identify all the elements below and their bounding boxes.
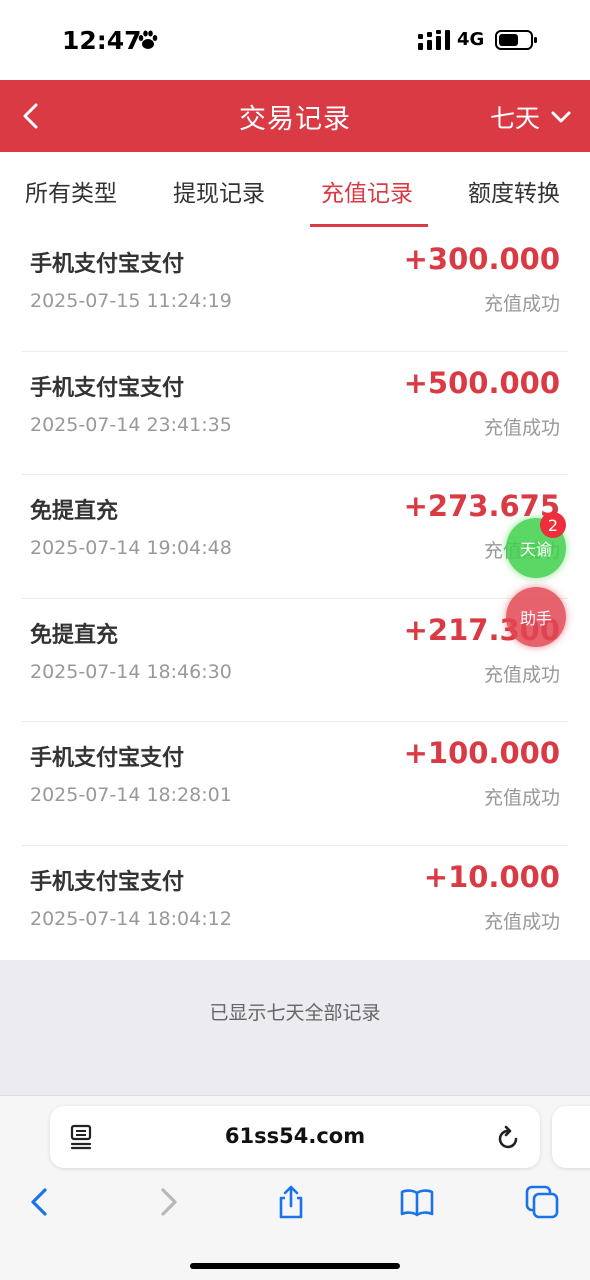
chevron-down-icon [551, 111, 571, 123]
list-item[interactable]: 手机支付宝支付 2025-07-14 23:41:35 +500.000 充值成… [22, 352, 568, 475]
notification-badge: 2 [540, 512, 566, 538]
browser-toolbar: 61ss54.com [0, 1095, 590, 1280]
record-status: 充值成功 [483, 416, 560, 439]
tabs-icon[interactable] [524, 1184, 560, 1220]
record-status: 充值成功 [483, 293, 560, 315]
url-text: 61ss54.com [224, 1124, 366, 1148]
list-item[interactable]: 手机支付宝支付 2025-07-14 18:04:12 +10.000 充值成功 [22, 846, 568, 970]
address-bar[interactable]: 61ss54.com [50, 1106, 540, 1168]
period-label: 七天 [489, 104, 540, 133]
list-item[interactable]: 手机支付宝支付 2025-07-15 11:24:19 +300.000 充值成… [22, 228, 568, 352]
record-status: 充值成功 [483, 910, 560, 933]
back-icon[interactable] [22, 1184, 58, 1220]
paw-icon [138, 30, 158, 49]
list-item[interactable]: 免提直充 2025-07-14 18:46:30 +217.300 充值成功 [22, 599, 568, 722]
status-time: 12:47 [62, 26, 142, 55]
battery-icon [495, 30, 537, 50]
record-name: 免提直充 [30, 499, 119, 524]
record-name: 手机支付宝支付 [30, 869, 185, 895]
tab-withdraw-records[interactable]: 提现记录 [173, 174, 265, 208]
assistant-float-label: 助手 [519, 609, 552, 628]
record-name: 手机支付宝支付 [30, 375, 185, 401]
browser-nav [0, 1184, 590, 1228]
record-amount: +10.000 [423, 859, 560, 894]
record-time: 2025-07-14 18:46:30 [30, 660, 232, 683]
record-amount: +100.000 [403, 736, 560, 770]
signal-icon [418, 30, 450, 50]
chat-float-label: 天谕 [519, 540, 552, 559]
period-select[interactable]: 七天 [489, 102, 572, 133]
reload-icon[interactable] [496, 1123, 522, 1151]
record-status: 充值成功 [483, 787, 560, 809]
record-time: 2025-07-14 23:41:35 [30, 413, 232, 436]
record-name: 手机支付宝支付 [30, 746, 185, 771]
record-name: 手机支付宝支付 [30, 252, 185, 277]
list-item[interactable]: 免提直充 2025-07-14 19:04:48 +273.675 充值成功 [22, 475, 568, 599]
record-time: 2025-07-14 18:04:12 [30, 907, 232, 930]
app-header: 交易记录 七天 [0, 80, 590, 152]
home-indicator [190, 1263, 400, 1269]
bookmarks-icon[interactable] [399, 1184, 435, 1220]
record-amount: +500.000 [403, 365, 560, 400]
network-label: 4G [457, 29, 485, 50]
list-end-note: 已显示七天全部记录 [209, 1002, 381, 1024]
record-amount: +300.000 [403, 242, 560, 276]
assistant-float-button[interactable]: 助手 [506, 587, 566, 647]
list-footer: 已显示七天全部记录 [0, 960, 590, 1095]
tab-credit-transfer[interactable]: 额度转换 [468, 174, 560, 208]
next-tab-address-bar[interactable] [552, 1106, 590, 1168]
status-bar: 12:47 4G [0, 0, 590, 80]
tab-deposit-records[interactable]: 充值记录 [321, 174, 413, 208]
active-tab-indicator [310, 224, 428, 227]
list-item[interactable]: 手机支付宝支付 2025-07-14 18:28:01 +100.000 充值成… [22, 722, 568, 846]
forward-icon[interactable] [150, 1184, 186, 1220]
share-icon[interactable] [273, 1184, 309, 1220]
tab-all-types[interactable]: 所有类型 [25, 174, 117, 208]
record-list: 手机支付宝支付 2025-07-15 11:24:19 +300.000 充值成… [0, 228, 590, 969]
record-time: 2025-07-14 18:28:01 [30, 784, 232, 806]
record-time: 2025-07-14 19:04:48 [30, 537, 232, 559]
type-tabs: 所有类型 提现记录 充值记录 额度转换 [0, 152, 590, 228]
record-status: 充值成功 [483, 663, 560, 686]
record-time: 2025-07-15 11:24:19 [30, 290, 232, 312]
record-name: 免提直充 [30, 622, 119, 648]
